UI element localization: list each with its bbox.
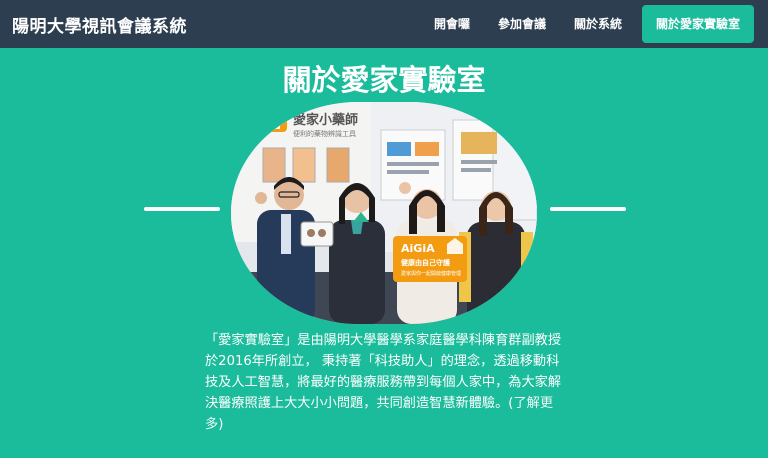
sign-title: 愛家小藥師 (293, 112, 358, 128)
card-brand: AiGiA (401, 242, 435, 255)
card-line-1: 健康由自己守護 (401, 258, 451, 267)
nav-menu: 開會囉 參加會議 關於系統 關於愛家實驗室 (420, 5, 754, 43)
description-text: 「愛家實驗室」是由陽明大學醫學系家庭醫學科陳育群副教授於2016年所創立， 秉持… (205, 333, 562, 411)
description-close-paren: ) (218, 417, 224, 432)
nav-item-join-meeting[interactable]: 參加會議 (484, 5, 560, 43)
navbar: 陽明大學視訊會議系統 開會囉 參加會議 關於系統 關於愛家實驗室 (0, 0, 768, 48)
aigia-card: AiGiA 健康由自己守護 愛家與你一起開啟健康管理 (393, 236, 467, 282)
divider-right (550, 207, 626, 211)
nav-item-about-system[interactable]: 關於系統 (560, 5, 636, 43)
nav-item-about-lab[interactable]: 關於愛家實驗室 (641, 5, 754, 43)
team-photo-illustration: 愛家小藥師 便利的藥物辨識工具 AiGiA 健康由自己守護 愛家與你一起開啟健康… (231, 102, 537, 324)
card-line-2: 愛家與你一起開啟健康管理 (401, 270, 461, 277)
house-logo-icon (265, 110, 287, 132)
sign-subtitle: 便利的藥物辨識工具 (293, 129, 356, 138)
lab-description: 「愛家實驗室」是由陽明大學醫學系家庭醫學科陳育群副教授於2016年所創立， 秉持… (205, 330, 570, 435)
brand-title[interactable]: 陽明大學視訊會議系統 (12, 12, 187, 37)
section-title: 關於愛家實驗室 (282, 63, 486, 97)
nav-item-start-meeting[interactable]: 開會囉 (420, 5, 484, 43)
divider-left (144, 207, 220, 211)
team-photo: 愛家小藥師 便利的藥物辨識工具 AiGiA 健康由自己守護 愛家與你一起開啟健康… (231, 102, 537, 324)
